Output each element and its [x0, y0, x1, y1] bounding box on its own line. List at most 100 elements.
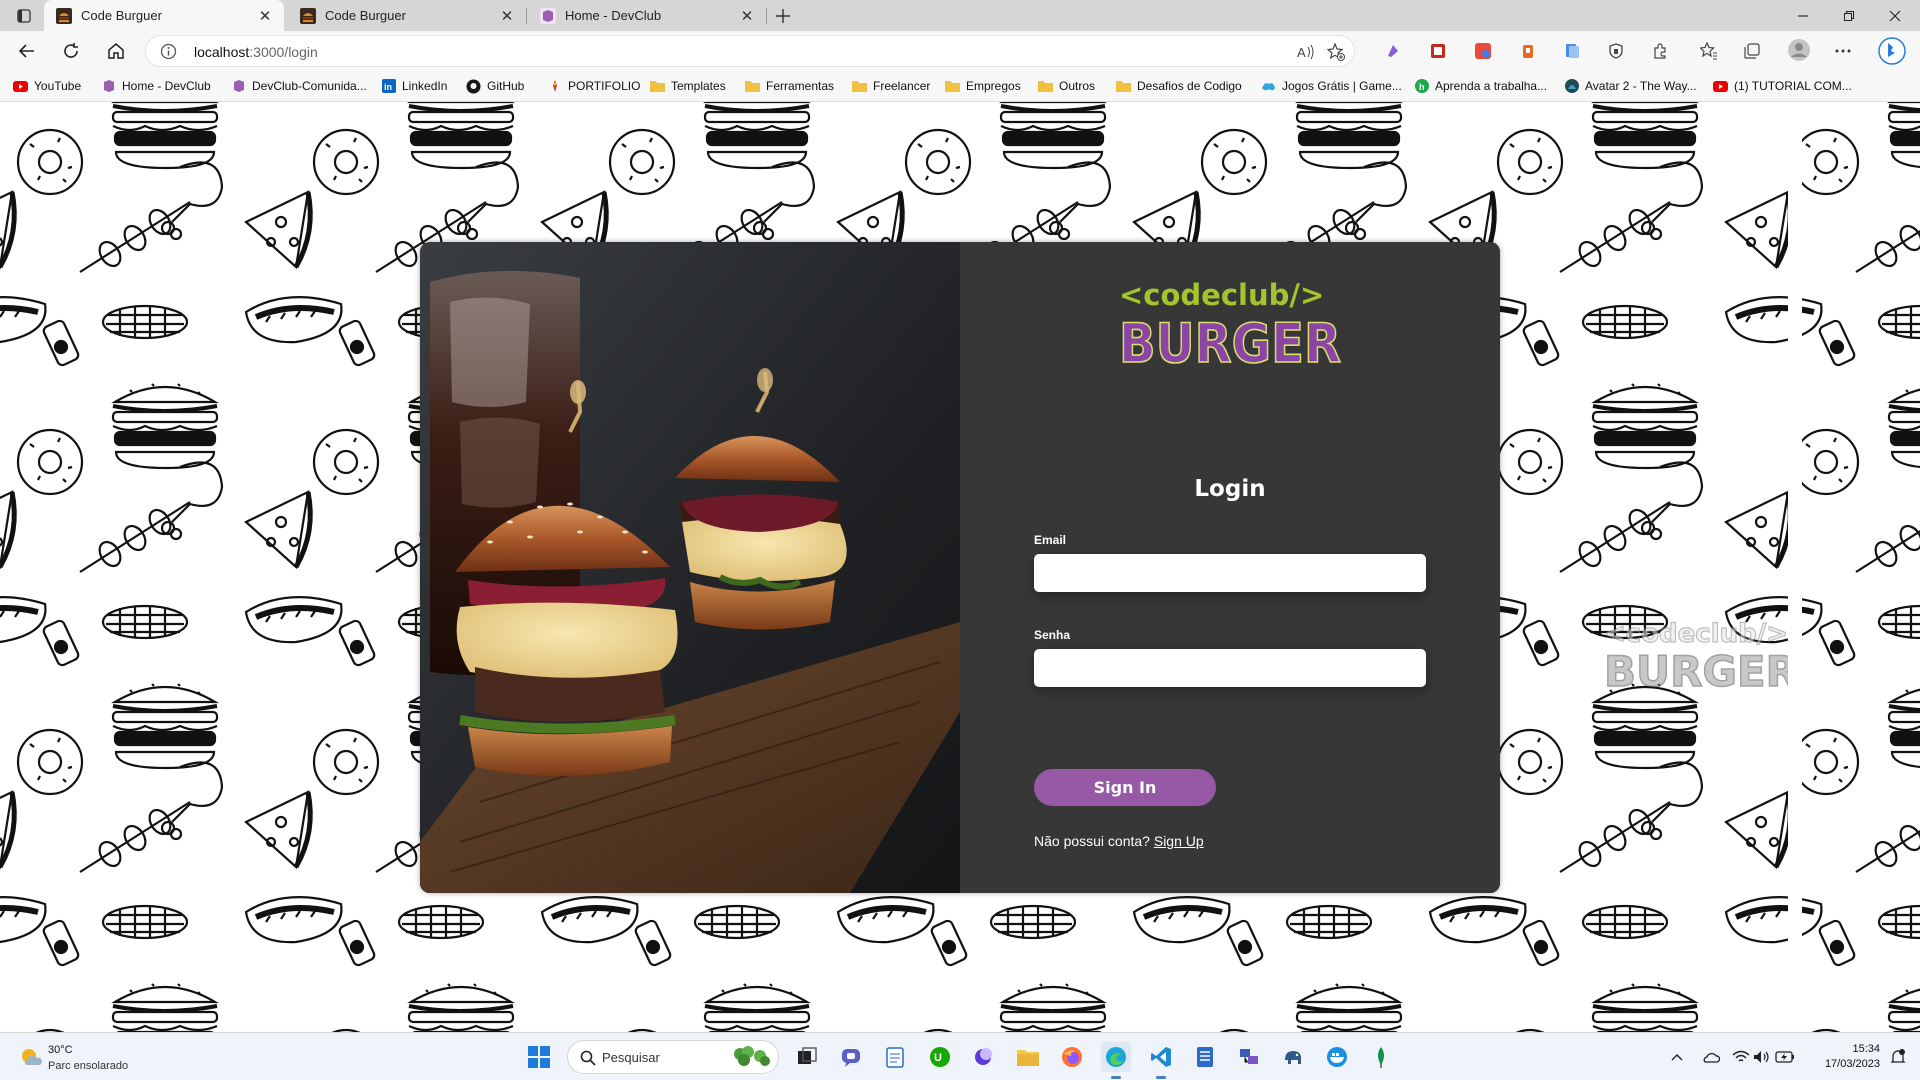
folder-icon [650, 79, 665, 94]
tab-actions-button[interactable] [10, 4, 38, 28]
bookmark-label: Freelancer [873, 79, 931, 93]
bookmark-aprenda-a-trabalhar[interactable]: h Aprenda a trabalha... [1414, 76, 1547, 96]
notepad-button[interactable] [880, 1042, 910, 1072]
weather-condition: Parc ensolarado [48, 1060, 129, 1072]
bookmark-portifolio[interactable]: PORTIFOLIO [547, 76, 640, 96]
file-explorer-button[interactable] [1013, 1042, 1043, 1072]
folder-icon [852, 79, 867, 94]
bookmark-label: Jogos Grátis | Game... [1282, 79, 1402, 93]
read-aloud-button[interactable]: A [1296, 42, 1316, 62]
bing-copilot-icon[interactable] [1878, 37, 1906, 65]
folder-icon [1017, 1050, 1039, 1066]
search-icon [580, 1050, 596, 1066]
url-text[interactable]: localhost:3000/login [194, 44, 318, 60]
system-clock[interactable]: 15:34 17/03/2023 [1808, 1042, 1880, 1072]
firefox-button[interactable] [1057, 1042, 1087, 1072]
extension-blue-doc-icon[interactable] [1562, 41, 1582, 61]
close-window-button[interactable] [1872, 0, 1918, 31]
minimize-button[interactable] [1780, 0, 1826, 31]
upwork-button[interactable]: U [925, 1042, 955, 1072]
url-path: :3000/login [249, 44, 318, 60]
tab-code-burguer[interactable]: Code Burguer ✕ [288, 0, 526, 31]
mongodb-button[interactable] [1366, 1042, 1396, 1072]
settings-more-icon[interactable] [1833, 41, 1853, 61]
edge-button[interactable] [1101, 1042, 1131, 1072]
bookmark-label: Ferramentas [766, 79, 835, 93]
bookmark-avatar-2[interactable]: Avatar 2 - The Way... [1564, 76, 1697, 96]
bookmark-desafios-de-codigo[interactable]: Desafios de Codigo [1116, 76, 1242, 96]
back-button[interactable] [12, 36, 42, 66]
bookmark-label: GitHub [487, 79, 525, 93]
address-bar[interactable]: localhost:3000/login A [145, 35, 1355, 67]
shield-extension-icon[interactable] [1606, 41, 1626, 61]
tab-home-devclub[interactable]: Home - DevClub ✕ [528, 0, 766, 31]
bookmark-freelancer[interactable]: Freelancer [852, 76, 930, 96]
bookmark-label: Aprenda a trabalha... [1435, 79, 1548, 93]
volume-tray[interactable] [1752, 1047, 1772, 1067]
extensions-puzzle-icon[interactable] [1650, 41, 1670, 61]
notification-center[interactable] [1888, 1047, 1908, 1067]
bookmark-youtube[interactable]: YouTube [13, 76, 81, 96]
bookmark-label: Empregos [966, 79, 1021, 93]
password-input[interactable] [1034, 649, 1426, 687]
show-hidden-icons[interactable] [1667, 1047, 1687, 1067]
refresh-button[interactable] [56, 36, 86, 66]
extension-red-square-icon[interactable] [1428, 41, 1448, 61]
bookmark-github[interactable]: GitHub [466, 76, 524, 96]
onedrive-tray[interactable] [1701, 1047, 1721, 1067]
weather-temperature: 30°C [48, 1044, 73, 1056]
bookmark-templates[interactable]: Templates [650, 76, 726, 96]
info-icon[interactable] [160, 43, 177, 60]
extension-orange-icon[interactable] [1518, 41, 1538, 61]
bookmark-label: PORTIFOLIO [568, 79, 641, 93]
taskbar-search[interactable]: Pesquisar [567, 1040, 779, 1074]
notes-app-button[interactable] [1190, 1042, 1220, 1072]
restore-button[interactable] [1826, 0, 1872, 31]
task-view-button[interactable] [792, 1042, 822, 1072]
close-tab-icon[interactable]: ✕ [736, 5, 758, 27]
collections-icon[interactable] [1742, 41, 1762, 61]
restore-icon [1844, 10, 1854, 21]
docker-button[interactable] [1322, 1042, 1352, 1072]
tab-code-burguer-active[interactable]: Code Burguer ✕ [44, 0, 284, 31]
email-input[interactable] [1034, 554, 1426, 592]
folder-icon [1038, 79, 1053, 94]
avatar-icon [1564, 79, 1579, 94]
teams-chat-button[interactable] [836, 1042, 866, 1072]
favorites-icon[interactable] [1699, 41, 1719, 61]
bookmark-jogos-gratis[interactable]: Jogos Grátis | Game... [1261, 76, 1402, 96]
home-button[interactable] [101, 36, 131, 66]
bookmark-ferramentas[interactable]: Ferramentas [745, 76, 834, 96]
vscode-button[interactable] [1146, 1042, 1176, 1072]
close-tab-icon[interactable]: ✕ [496, 5, 518, 27]
bookmark-linkedin[interactable]: in LinkedIn [381, 76, 447, 96]
bookmark-home-devclub[interactable]: Home - DevClub [101, 76, 211, 96]
chevron-up-icon [1671, 1054, 1683, 1061]
add-favorite-button[interactable] [1326, 42, 1346, 62]
weather-widget[interactable]: 30°C Parc ensolarado [16, 1041, 156, 1075]
tab-separator [526, 8, 527, 24]
close-tab-icon[interactable]: ✕ [254, 5, 276, 27]
sign-in-button[interactable]: Sign In [1034, 769, 1216, 806]
background-logo-watermark: <codeclub/> BURGER [1603, 618, 1788, 694]
bookmark-devclub-comunidade[interactable]: DevClub-Comunida... [231, 76, 367, 96]
new-tab-button[interactable] [770, 3, 796, 29]
email-label: Email [1034, 533, 1067, 547]
network-app-button[interactable] [1234, 1042, 1264, 1072]
bookmark-tutorial[interactable]: (1) TUTORIAL COM... [1713, 76, 1852, 96]
bookmark-empregos[interactable]: Empregos [945, 76, 1021, 96]
bookmark-outros[interactable]: Outros [1038, 76, 1095, 96]
battery-charging-icon [1775, 1051, 1794, 1063]
extension-multicolor-icon[interactable] [1473, 41, 1493, 61]
bookmark-label: YouTube [34, 79, 82, 93]
wifi-tray[interactable] [1731, 1047, 1751, 1067]
folder-icon [745, 79, 760, 94]
profile-avatar-icon[interactable] [1787, 38, 1811, 62]
start-button[interactable] [524, 1042, 554, 1072]
battery-tray[interactable] [1775, 1047, 1795, 1067]
extension-purple-icon[interactable] [1383, 41, 1403, 61]
pgadmin-button[interactable] [1278, 1042, 1308, 1072]
signup-prompt: Não possui conta? Sign Up [1034, 833, 1204, 849]
moon-app-button[interactable] [968, 1042, 998, 1072]
sign-up-link[interactable]: Sign Up [1154, 833, 1204, 849]
